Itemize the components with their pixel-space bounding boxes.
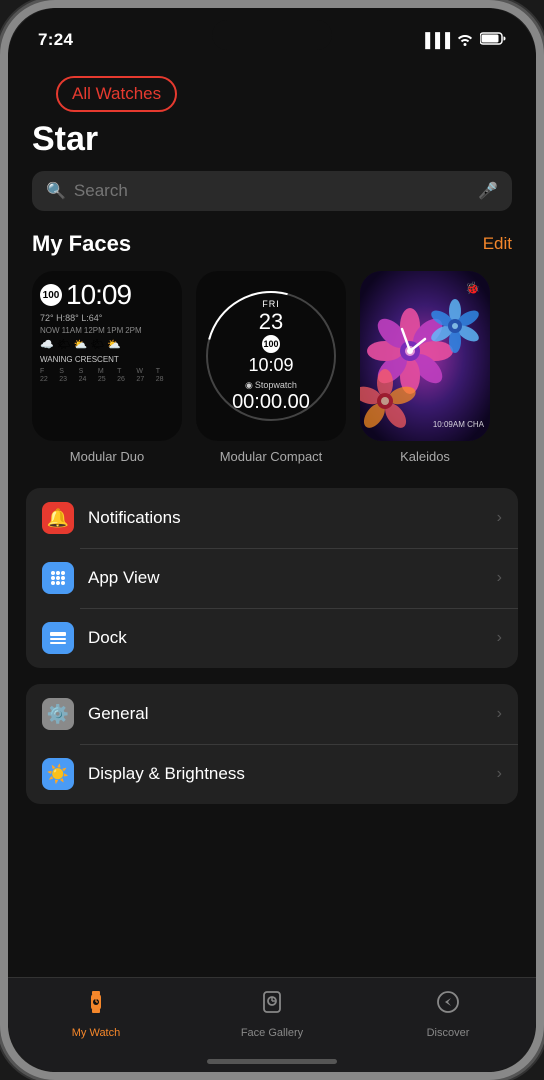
mic-icon[interactable]: 🎤: [478, 181, 498, 201]
face-md-weather-icons: NOW11AM12PM1PM2PM: [40, 326, 174, 335]
face-item-modular-compact[interactable]: FRI 23 100 10:09 ◉ Stopwatch 00:00.00: [196, 271, 346, 464]
face-item-kaleidoscope[interactable]: 🐞 10:09AM CHA Kaleidos: [360, 271, 490, 464]
settings-row-general[interactable]: ⚙️ General ›: [26, 684, 518, 744]
face-mc-day: FRI: [262, 299, 280, 309]
tab-face-gallery-label: Face Gallery: [241, 1027, 303, 1039]
search-input[interactable]: [74, 181, 470, 201]
settings-section-2: ⚙️ General › ☀️ Display & Brightness ›: [26, 684, 518, 804]
page-title: Star: [8, 116, 536, 171]
phone-frame: 7:24 ▐▐▐: [0, 0, 544, 1080]
phone-screen: 7:24 ▐▐▐: [8, 8, 536, 1072]
tab-discover-icon: [434, 988, 462, 1023]
status-icons: ▐▐▐: [420, 32, 506, 49]
face-mc-stop: ◉ Stopwatch: [245, 380, 297, 391]
tab-face-gallery[interactable]: Face Gallery: [184, 988, 360, 1039]
chevron-icon-notifications: ›: [497, 509, 502, 527]
chevron-icon-dock: ›: [497, 629, 502, 647]
notifications-label: Notifications: [88, 508, 483, 528]
appview-label: App View: [88, 568, 483, 588]
settings-row-notifications[interactable]: 🔔 Notifications ›: [26, 488, 518, 548]
face-preview-kaleidoscope[interactable]: 🐞 10:09AM CHA: [360, 271, 490, 441]
notifications-icon: 🔔: [42, 502, 74, 534]
chevron-icon-appview: ›: [497, 569, 502, 587]
face-preview-modular-compact[interactable]: FRI 23 100 10:09 ◉ Stopwatch 00:00.00: [196, 271, 346, 441]
battery-icon: [480, 32, 506, 48]
face-md-time: 10:09: [66, 279, 131, 311]
status-time: 7:24: [38, 30, 73, 50]
settings-row-dock[interactable]: Dock ›: [26, 608, 518, 668]
dock-label: Dock: [88, 628, 483, 648]
faces-scroll: 100 10:09 72° H:88° L:64° NOW11AM12PM1PM…: [8, 271, 536, 488]
edit-button[interactable]: Edit: [483, 234, 512, 254]
my-faces-header: My Faces Edit: [8, 231, 536, 271]
general-label: General: [88, 704, 483, 724]
tab-discover-label: Discover: [427, 1027, 470, 1039]
face-md-badge: 100: [40, 284, 62, 306]
tab-my-watch-icon: [82, 988, 110, 1023]
face-preview-modular-duo[interactable]: 100 10:09 72° H:88° L:64° NOW11AM12PM1PM…: [32, 271, 182, 441]
face-mc-badge: 100: [262, 335, 280, 353]
settings-row-display[interactable]: ☀️ Display & Brightness ›: [26, 744, 518, 804]
search-icon: 🔍: [46, 181, 66, 201]
signal-icon: ▐▐▐: [420, 32, 450, 48]
face-label-modular-compact: Modular Compact: [220, 449, 323, 464]
face-label-modular-duo: Modular Duo: [70, 449, 144, 464]
face-mc-stop-icon: ◉: [245, 380, 253, 391]
my-faces-title: My Faces: [32, 231, 131, 257]
face-md-calendar: FSSMTWT 22232425262728: [40, 368, 174, 383]
search-bar[interactable]: 🔍 🎤: [32, 171, 512, 211]
scroll-content: All Watches Star 🔍 🎤 My Faces Edit: [8, 58, 536, 977]
tab-my-watch-label: My Watch: [72, 1027, 121, 1039]
face-mc-stoptime: 00:00.00: [232, 391, 310, 414]
dynamic-island: [212, 20, 332, 50]
tab-discover[interactable]: Discover: [360, 988, 536, 1039]
general-icon: ⚙️: [42, 698, 74, 730]
face-label-kaleidoscope: Kaleidos: [400, 449, 450, 464]
settings-section-1: 🔔 Notifications ›: [26, 488, 518, 668]
tab-face-gallery-icon: [258, 988, 286, 1023]
dock-icon: [42, 622, 74, 654]
face-item-modular-duo[interactable]: 100 10:09 72° H:88° L:64° NOW11AM12PM1PM…: [32, 271, 182, 464]
settings-row-appview[interactable]: App View ›: [26, 548, 518, 608]
wifi-icon: [456, 32, 474, 49]
chevron-icon-display: ›: [497, 765, 502, 783]
tab-bar: My Watch Face Gallery: [8, 977, 536, 1072]
face-kal-time: 10:09AM CHA: [433, 420, 484, 429]
face-mc-stop-label: Stopwatch: [255, 380, 297, 390]
display-icon: ☀️: [42, 758, 74, 790]
tab-my-watch[interactable]: My Watch: [8, 988, 184, 1039]
all-watches-button[interactable]: All Watches: [56, 76, 177, 112]
home-indicator: [207, 1059, 337, 1064]
appview-icon: [42, 562, 74, 594]
face-mc-time: 10:09: [248, 355, 293, 376]
face-mc-date-num: 23: [259, 309, 283, 335]
display-label: Display & Brightness: [88, 764, 483, 784]
chevron-icon-general: ›: [497, 705, 502, 723]
face-md-moon: WANING CRESCENT: [40, 355, 174, 364]
face-kal-bug-icon: 🐞: [465, 281, 480, 295]
face-md-weather: 72° H:88° L:64°: [40, 313, 174, 323]
